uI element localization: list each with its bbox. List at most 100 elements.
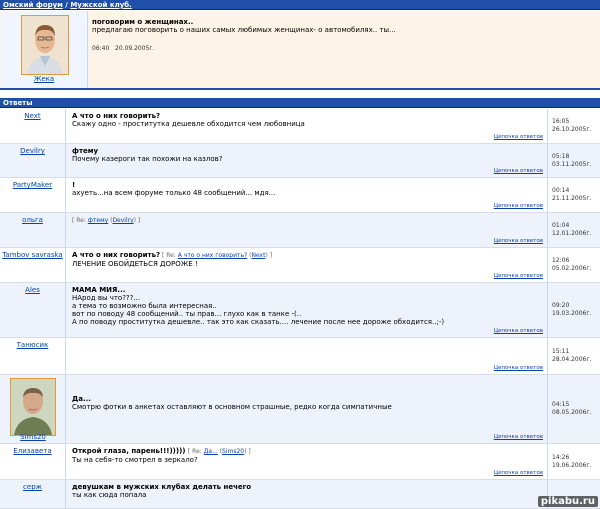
reply-message: МАМА МИЯ... НАрод вы что???... а тема то в… bbox=[72, 286, 546, 326]
breadcrumb-section-link[interactable]: Мужской клуб. bbox=[70, 1, 132, 9]
thread-link[interactable]: Цепочка ответов bbox=[494, 328, 543, 334]
reply-subject: А что о них говорить? bbox=[72, 112, 161, 120]
reply-text-line: ты как сюда попала bbox=[72, 491, 147, 499]
reply-time: 12:06 bbox=[552, 257, 570, 264]
reply-text-line: а тема то возможно была интересная.. bbox=[72, 302, 217, 310]
reply-user-cell: Елизавета bbox=[0, 444, 66, 479]
reply-text-line: вот по поводу 48 сообщений.. ты прав... … bbox=[72, 310, 302, 318]
reply-author-link[interactable]: PartyMaker bbox=[0, 181, 65, 189]
reply-subject: Открой глаза, парень!!!))))) bbox=[72, 447, 188, 455]
table-row: Sims20 Да... Смотрю фотки в анкетах оставл… bbox=[0, 375, 600, 444]
reply-date-cell: 04:15 08.05.2006г. bbox=[547, 375, 600, 443]
reply-subject: А что о них говорить? bbox=[72, 251, 161, 259]
reply-date: 08.05.2006г. bbox=[552, 409, 592, 416]
breadcrumb-forum-link[interactable]: Омский форум bbox=[3, 1, 63, 9]
reply-date: 03.11.2005г. bbox=[552, 160, 592, 168]
reply-time: 15:11 bbox=[552, 348, 570, 355]
reply-text-line: ахуеть...на всем форуме только 48 сообще… bbox=[72, 189, 276, 197]
reply-subject: девушкам в мужских клубах делать нечего bbox=[72, 483, 252, 491]
reply-date-cell: 12:06 05.02.2006г. bbox=[547, 248, 600, 282]
reply-message: А что о них говорить? [ Re: А что о них … bbox=[72, 251, 546, 268]
thread-link[interactable]: Цепочка ответов bbox=[494, 470, 543, 476]
reply-date-cell: 15:11 28.04.2006г. bbox=[547, 338, 600, 374]
reply-date-cell: 14:26 19.06.2006г. bbox=[547, 444, 600, 479]
topic-date: 06:40 20.09.2005г. bbox=[92, 45, 155, 52]
reply-text-line: ЛЕЧЕНИЕ ОБОЙДЕТЬСЯ ДОРОЖЕ ! bbox=[72, 260, 198, 268]
reply-user-cell: Танюсик bbox=[0, 338, 66, 374]
reply-time: 05:18 bbox=[552, 152, 570, 160]
reply-date-cell: 16:05 26.10.2005г. bbox=[547, 109, 600, 143]
thread-link[interactable]: Цепочка ответов bbox=[494, 168, 543, 174]
reply-author-link[interactable]: ольга bbox=[0, 216, 65, 224]
avatar[interactable] bbox=[21, 15, 69, 75]
table-row: Next А что о них говорить? Скажу одно - пр… bbox=[0, 109, 600, 144]
reply-date: 19.03.2006г. bbox=[552, 310, 592, 317]
reply-date-cell: 09:20 19.03.2006г. bbox=[547, 283, 600, 337]
reply-message: ! ахуеть...на всем форуме только 48 сообщ… bbox=[72, 181, 546, 197]
table-row: Tambov savraska А что о них говорить? [ R… bbox=[0, 248, 600, 283]
reply-reference-author-link[interactable]: Next bbox=[251, 252, 265, 259]
reply-user-cell: Sims20 bbox=[0, 375, 66, 443]
reply-reference-author-link[interactable]: Devilry bbox=[112, 217, 133, 224]
reply-message: [ Re: фтему (Devilry) ] bbox=[72, 216, 546, 225]
reply-subject: фтему bbox=[72, 147, 99, 155]
reply-author-link[interactable]: Tambov savraska bbox=[0, 251, 65, 259]
reply-text-line: НАрод вы что???... bbox=[72, 294, 141, 302]
reply-author-link[interactable]: серж bbox=[0, 483, 65, 491]
reply-time: 01:04 bbox=[552, 222, 570, 229]
reply-reference: [ Re: фтему (Devilry) ] bbox=[72, 217, 141, 224]
reply-author-link[interactable]: Next bbox=[0, 112, 65, 120]
reply-user-cell: ольга bbox=[0, 213, 66, 247]
topic-author-link[interactable]: Жека bbox=[34, 75, 54, 83]
reply-time: 16:05 bbox=[552, 118, 570, 125]
thread-link[interactable]: Цепочка ответов bbox=[494, 434, 543, 440]
reply-author-link[interactable]: Devilry bbox=[0, 147, 65, 155]
reply-text-line: Почему казероги так похожи на казлов? bbox=[72, 155, 223, 163]
reply-text-line: А по поводу проститутка дешевле.. так эт… bbox=[72, 318, 445, 326]
topic-text: предлагаю поговорить о наших самых любим… bbox=[92, 26, 396, 34]
reply-message: фтему Почему казероги так похожи на казло… bbox=[72, 147, 546, 163]
table-row: Танюсик Цепочка ответов 15:11 28.04.2006г. bbox=[0, 338, 600, 375]
forum-header-bar: Омский форум / Мужской клуб. bbox=[0, 0, 600, 10]
thread-link[interactable]: Цепочка ответов bbox=[494, 365, 543, 371]
thread-link[interactable]: Цепочка ответов bbox=[494, 134, 543, 140]
reply-user-cell: Tambov savraska bbox=[0, 248, 66, 282]
reply-user-cell: PartyMaker bbox=[0, 178, 66, 212]
reply-date: 05.02.2006г. bbox=[552, 265, 592, 272]
thread-link[interactable]: Цепочка ответов bbox=[494, 203, 543, 209]
reply-author-link[interactable]: Танюсик bbox=[0, 341, 65, 349]
reply-date: 21.11.2005г. bbox=[552, 195, 592, 202]
reply-date-cell: 01:04 12.01.2006г. bbox=[547, 213, 600, 247]
reply-time: 04:15 bbox=[552, 401, 570, 408]
reply-date-cell: 05:18 03.11.2005г. bbox=[547, 144, 600, 177]
table-row: серж девушкам в мужских клубах делать неч… bbox=[0, 480, 600, 509]
reply-reference-link[interactable]: Да... bbox=[204, 448, 218, 455]
reply-time: 00:14 bbox=[552, 187, 570, 194]
reply-author-link[interactable]: Sims20 bbox=[0, 433, 66, 441]
reply-text-line: Скажу одно - проститутка дешевле обходит… bbox=[72, 120, 305, 128]
avatar[interactable] bbox=[10, 378, 56, 436]
reply-reference-author-link[interactable]: Sims20 bbox=[222, 448, 244, 455]
reply-text-line: Смотрю фотки в анкетах оставляют в основ… bbox=[72, 403, 392, 411]
topic-post: Жека поговорим о женщинах.. предлагаю по… bbox=[0, 11, 600, 90]
reply-time: 09:20 bbox=[552, 302, 570, 309]
reply-date: 19.06.2006г. bbox=[552, 461, 592, 469]
reply-text-line: Ты на себя-то смотрел в зеркало? bbox=[72, 456, 198, 464]
reply-date-cell: 00:14 21.11.2005г. bbox=[547, 178, 600, 212]
thread-link[interactable]: Цепочка ответов bbox=[494, 273, 543, 279]
thread-link[interactable]: Цепочка ответов bbox=[494, 238, 543, 244]
reply-reference-link[interactable]: А что о них говорить? bbox=[178, 252, 247, 259]
reply-reference: [ Re: Да... (Sims20) ] bbox=[187, 448, 251, 455]
reply-user-cell: серж bbox=[0, 480, 66, 508]
reply-author-link[interactable]: Ales bbox=[0, 286, 65, 294]
reply-reference: [ Re: А что о них говорить? (Next) ] bbox=[160, 252, 273, 259]
topic-user-cell: Жека bbox=[1, 11, 88, 88]
table-row: ольга [ Re: фтему (Devilry) ] Цепочка отв… bbox=[0, 213, 600, 248]
reply-message: А что о них говорить? Скажу одно - прости… bbox=[72, 112, 546, 128]
reply-message: девушкам в мужских клубах делать нечего т… bbox=[72, 483, 546, 499]
reply-reference-link[interactable]: фтему bbox=[88, 217, 108, 224]
replies-header-bar: Ответы bbox=[0, 98, 600, 108]
reply-author-link[interactable]: Елизавета bbox=[0, 447, 65, 455]
reply-user-cell: Devilry bbox=[0, 144, 66, 177]
table-row: Devilry фтему Почему казероги так похожи н… bbox=[0, 144, 600, 178]
